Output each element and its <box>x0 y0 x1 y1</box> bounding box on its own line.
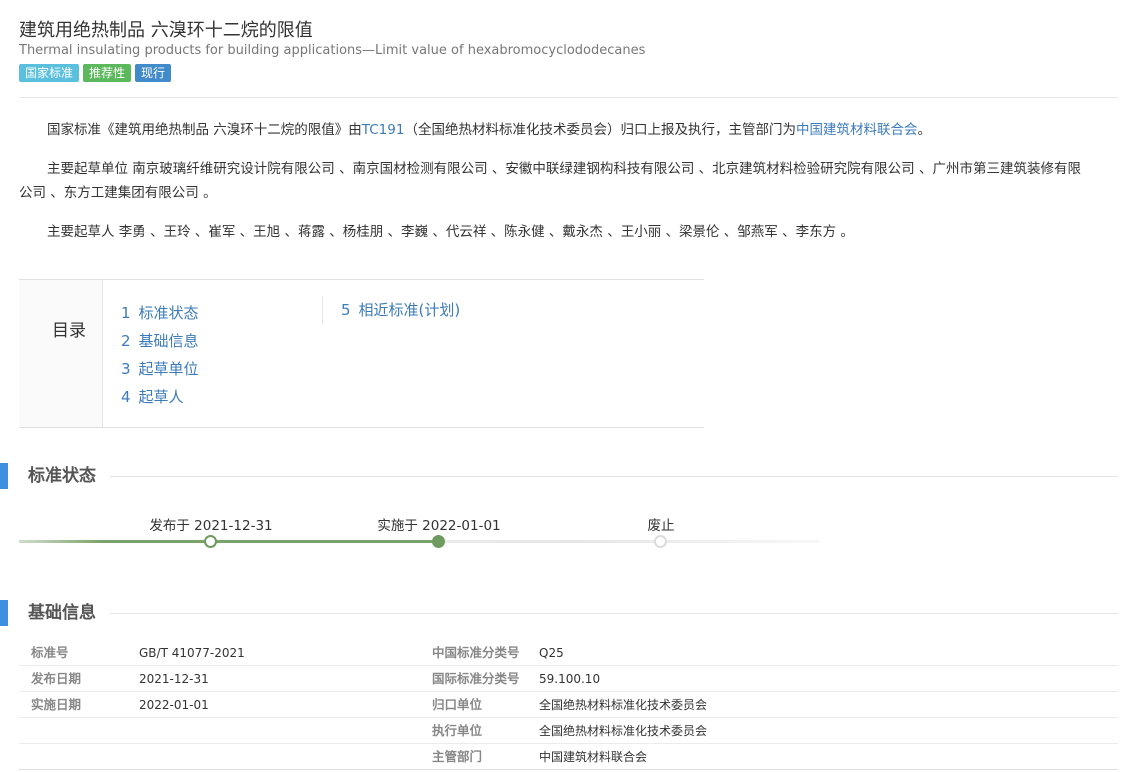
status-tags: 国家标准 推荐性 现行 <box>19 64 172 82</box>
authority-link[interactable]: 中国建筑材料联合会 <box>796 122 918 138</box>
toc-item-related-standards[interactable]: 5 相近标准(计划) <box>341 296 460 324</box>
description-paragraph-3: 主要起草人 李勇 、王玲 、崔军 、王旭 、蒋露 、杨桂朋 、李巍 、代云祥 、… <box>19 220 1119 244</box>
table-row: 发布日期 2021-12-31 国际标准分类号 59.100.10 <box>19 666 1118 692</box>
drafting-units-line-2: 公司 、东方工建集团有限公司 。 <box>19 185 217 201</box>
section-header-status: 标准状态 <box>0 463 1118 489</box>
toc-label: 起草单位 <box>138 360 199 378</box>
description-paragraph-1: 国家标准《建筑用绝热制品 六溴环十二烷的限值》由TC191（全国绝热材料标准化技… <box>19 118 1119 142</box>
field-label: 标准号 <box>31 645 69 660</box>
section-divider <box>110 613 1118 614</box>
section-divider <box>110 476 1118 477</box>
tag-recommended: 推荐性 <box>83 64 132 82</box>
toc-label: 标准状态 <box>138 304 199 322</box>
field-value: GB/T 41077-2021 <box>139 646 245 660</box>
timeline-node-published <box>204 535 217 548</box>
toc-num: 3 <box>121 360 131 378</box>
toc-label: 起草人 <box>138 388 184 406</box>
basic-info-table: 标准号 GB/T 41077-2021 中国标准分类号 Q25 发布日期 202… <box>19 640 1118 770</box>
table-row: 执行单位 全国绝热材料标准化技术委员会 <box>19 718 1118 744</box>
section-title: 标准状态 <box>28 466 96 486</box>
timeline-label-implemented: 实施于 2022-01-01 <box>377 518 501 534</box>
timeline-progress <box>19 540 439 543</box>
tag-national-standard: 国家标准 <box>19 64 80 82</box>
table-row: 主管部门 中国建筑材料联合会 <box>19 744 1118 770</box>
field-value: Q25 <box>539 646 564 660</box>
section-accent-bar <box>0 463 8 489</box>
toc-num: 5 <box>341 301 351 319</box>
toc-item-basic-info[interactable]: 2 基础信息 <box>121 327 199 355</box>
table-row: 实施日期 2022-01-01 归口单位 全国绝热材料标准化技术委员会 <box>19 692 1118 718</box>
field-label: 国际标准分类号 <box>432 671 520 686</box>
status-timeline: 发布于 2021-12-31 实施于 2022-01-01 废止 <box>19 510 819 555</box>
timeline-label-published: 发布于 2021-12-31 <box>149 518 273 534</box>
table-of-contents: 目录 1 标准状态 2 基础信息 3 起草单位 4 起草人 5 相近标准(计划) <box>19 279 704 428</box>
toc-label: 相近标准(计划) <box>358 301 461 319</box>
competent-department-link[interactable]: 中国建筑材料联合会 <box>539 744 647 770</box>
desc-text: 。 <box>917 122 931 138</box>
field-label: 发布日期 <box>31 671 82 686</box>
tag-current: 现行 <box>135 64 172 82</box>
timeline-label-abolished: 废止 <box>647 518 675 534</box>
section-accent-bar <box>0 600 8 626</box>
toc-item-status[interactable]: 1 标准状态 <box>121 299 199 327</box>
page-title: 建筑用绝热制品 六溴环十二烷的限值 <box>19 20 313 41</box>
field-label: 主管部门 <box>432 749 483 764</box>
toc-item-drafters[interactable]: 4 起草人 <box>121 383 199 411</box>
section-title: 基础信息 <box>28 603 96 623</box>
timeline-node-implemented <box>432 535 445 548</box>
field-value: 2022-01-01 <box>139 698 209 712</box>
toc-column-2: 5 相近标准(计划) <box>322 296 460 324</box>
responsible-unit-link[interactable]: 全国绝热材料标准化技术委员会 <box>539 692 707 718</box>
field-value: 2021-12-31 <box>139 672 209 686</box>
field-label: 实施日期 <box>31 697 82 712</box>
drafters-line: 主要起草人 李勇 、王玲 、崔军 、王旭 、蒋露 、杨桂朋 、李巍 、代云祥 、… <box>47 224 854 240</box>
drafting-units-line-1: 主要起草单位 南京玻璃纤维研究设计院有限公司 、南京国材检测有限公司 、安徽中联… <box>47 161 1081 177</box>
toc-num: 1 <box>121 304 131 322</box>
field-label: 执行单位 <box>432 723 483 738</box>
toc-divider <box>102 280 103 427</box>
field-value: 59.100.10 <box>539 672 601 686</box>
toc-item-drafting-units[interactable]: 3 起草单位 <box>121 355 199 383</box>
page-subtitle-english: Thermal insulating products for building… <box>19 43 646 58</box>
description-paragraph-2: 主要起草单位 南京玻璃纤维研究设计院有限公司 、南京国材检测有限公司 、安徽中联… <box>19 157 1119 205</box>
tc191-link[interactable]: TC191 <box>362 122 405 138</box>
toc-num: 2 <box>121 332 131 350</box>
toc-label: 基础信息 <box>138 332 199 350</box>
field-label: 中国标准分类号 <box>432 645 520 660</box>
table-row: 标准号 GB/T 41077-2021 中国标准分类号 Q25 <box>19 640 1118 666</box>
section-header-basic-info: 基础信息 <box>0 600 1118 626</box>
timeline-node-abolished <box>654 535 667 548</box>
toc-column-1: 1 标准状态 2 基础信息 3 起草单位 4 起草人 <box>121 299 199 411</box>
toc-num: 4 <box>121 388 131 406</box>
desc-text: 国家标准《建筑用绝热制品 六溴环十二烷的限值》由 <box>47 122 362 138</box>
header-divider <box>19 97 1118 98</box>
toc-title: 目录 <box>52 321 86 341</box>
field-label: 归口单位 <box>432 697 483 712</box>
executing-unit-link[interactable]: 全国绝热材料标准化技术委员会 <box>539 718 707 744</box>
desc-text: （全国绝热材料标准化技术委员会）归口上报及执行，主管部门为 <box>404 122 796 138</box>
